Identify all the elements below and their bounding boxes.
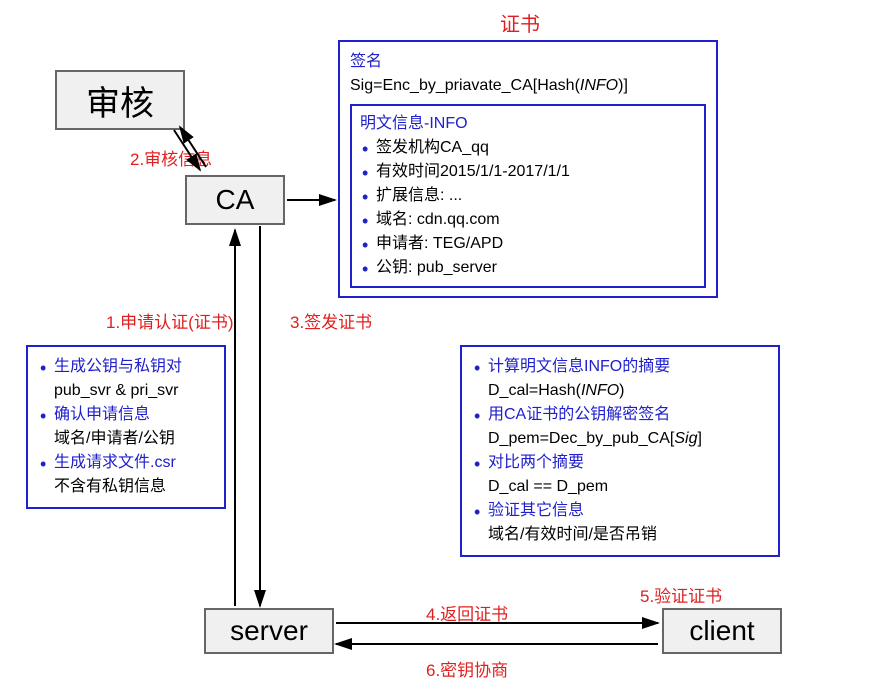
step-label-4: 4.返回证书 [426,600,508,625]
certificate-box: 签名 Sig=Enc_by_priavate_CA[Hash(INFO)] 明文… [338,40,718,298]
step-label-3: 3.签发证书 [290,308,372,333]
cert-item: 签发机构CA_qq [360,136,696,160]
node-client: client [662,608,782,654]
csr-item: 生成请求文件.csr 不含有私钥信息 [38,451,214,499]
csr-box: 生成公钥与私钥对 pub_svr & pri_svr 确认申请信息 域名/申请者… [26,345,226,509]
step-label-2: 2.审核信息 [130,145,212,170]
csr-item: 确认申请信息 域名/申请者/公钥 [38,403,214,451]
cert-item: 申请者: TEG/APD [360,232,696,256]
step-label-6: 6.密钥协商 [426,656,508,681]
cert-item: 公钥: pub_server [360,256,696,280]
signature-formula: Sig=Enc_by_priavate_CA[Hash(INFO)] [350,74,706,98]
cert-item: 扩展信息: ... [360,184,696,208]
info-title: 明文信息-INFO [360,112,696,136]
verify-item: 用CA证书的公钥解密签名 D_pem=Dec_by_pub_CA[Sig] [472,403,768,451]
verify-item: 验证其它信息 域名/有效时间/是否吊销 [472,499,768,547]
title-certificate: 证书 [500,8,540,37]
node-ca: CA [185,175,285,225]
signature-title: 签名 [350,50,706,74]
csr-item: 生成公钥与私钥对 pub_svr & pri_svr [38,355,214,403]
step-label-1: 1.申请认证(证书) [106,308,234,333]
verify-box: 计算明文信息INFO的摘要 D_cal=Hash(INFO) 用CA证书的公钥解… [460,345,780,557]
step-label-5: 5.验证证书 [640,582,722,607]
cert-item: 有效时间2015/1/1-2017/1/1 [360,160,696,184]
cert-item: 域名: cdn.qq.com [360,208,696,232]
verify-item: 对比两个摘要 D_cal == D_pem [472,451,768,499]
node-server: server [204,608,334,654]
verify-item: 计算明文信息INFO的摘要 D_cal=Hash(INFO) [472,355,768,403]
info-inner-box: 明文信息-INFO 签发机构CA_qq 有效时间2015/1/1-2017/1/… [350,104,706,288]
node-audit: 审核 [55,70,185,130]
